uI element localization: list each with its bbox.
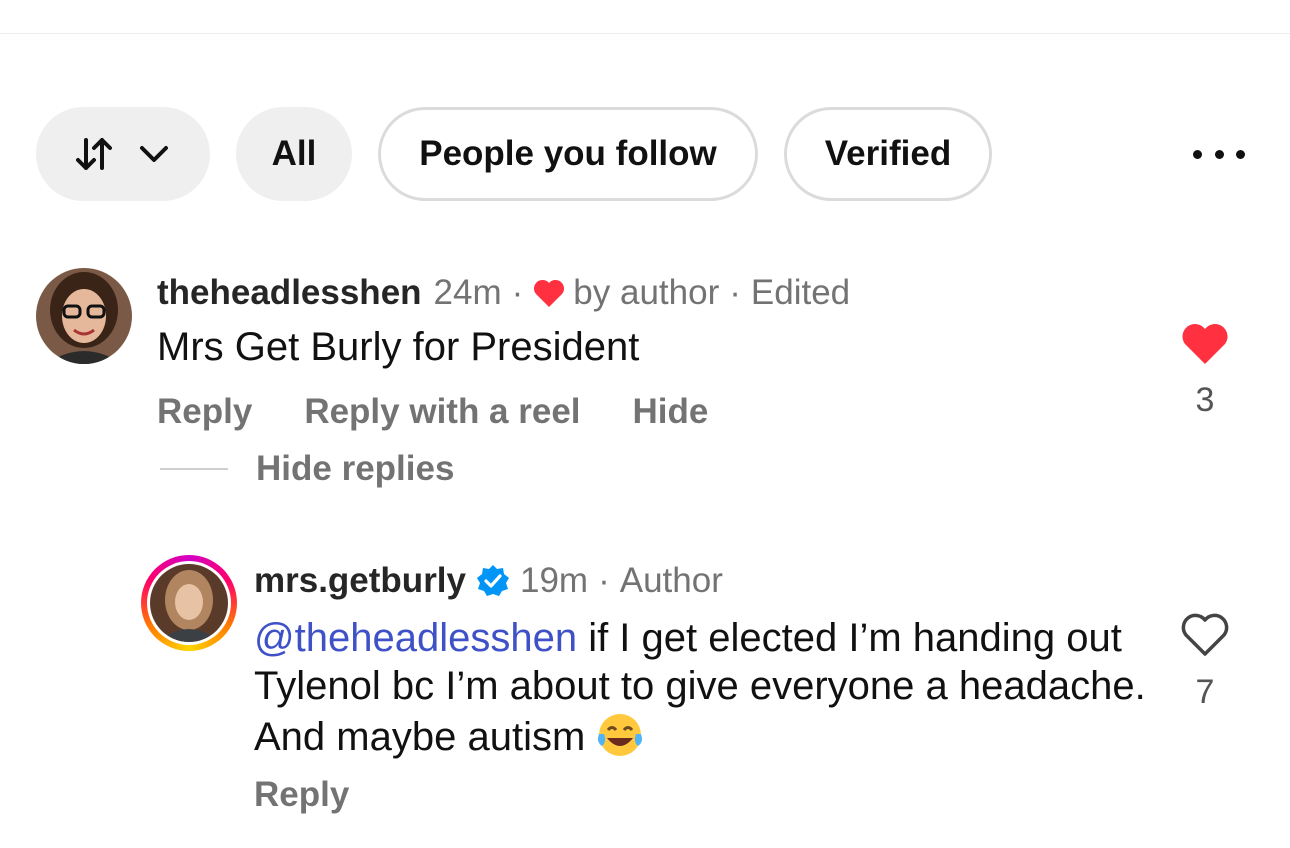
hide-replies-toggle[interactable]: Hide replies: [160, 449, 454, 489]
verified-badge-icon: [477, 565, 509, 596]
timestamp: 19m: [520, 561, 589, 600]
heart-filled-icon: [534, 279, 565, 307]
edited-label: Edited: [750, 273, 851, 312]
timestamp: 24m: [433, 273, 502, 312]
comment-actions: Reply: [254, 775, 401, 815]
story-ring[interactable]: [141, 555, 237, 651]
heart-filled-icon[interactable]: [1181, 322, 1229, 366]
sort-button[interactable]: [36, 107, 210, 201]
thread-line: [160, 468, 228, 470]
mention-link[interactable]: @theheadlesshen: [254, 616, 577, 660]
hide-replies-label: Hide replies: [256, 449, 455, 488]
sort-arrows-icon: [76, 138, 112, 170]
comment-text: Mrs Get Burly for President: [157, 325, 640, 369]
heart-outline-icon[interactable]: [1180, 612, 1230, 658]
avatar-mrs-getburly[interactable]: [150, 564, 228, 642]
reply-button[interactable]: Reply: [254, 775, 349, 815]
hide-button[interactable]: Hide: [633, 392, 709, 432]
comment-filters: All People you follow Verified: [36, 107, 1018, 201]
reply-with-reel-button[interactable]: Reply with a reel: [304, 392, 580, 432]
username[interactable]: theheadlesshen: [157, 273, 422, 313]
username[interactable]: mrs.getburly: [254, 561, 466, 601]
author-label: Author: [619, 561, 723, 600]
avatar-theheadlesshen[interactable]: [36, 268, 132, 364]
like-count: 3: [1195, 381, 1215, 419]
filter-all[interactable]: All: [236, 107, 352, 201]
comment-text: @theheadlesshen if I get elected I’m han…: [254, 614, 1154, 761]
comment-actions: Reply Reply with a reel Hide: [157, 392, 760, 432]
more-options-icon[interactable]: [1193, 140, 1245, 168]
chevron-down-icon: [140, 146, 168, 162]
top-divider: [0, 33, 1290, 34]
reply-button[interactable]: Reply: [157, 392, 252, 432]
filter-people-you-follow[interactable]: People you follow: [378, 107, 758, 201]
comment-meta: mrs.getburly 19m · Author: [254, 561, 723, 601]
like-control: 7: [1170, 612, 1240, 712]
comment-meta: theheadlesshen 24m · by author · Edited: [157, 273, 851, 313]
face-with-tears-of-joy-icon: [598, 714, 643, 756]
like-count: 7: [1195, 673, 1215, 711]
liked-by-author-label: by author: [573, 273, 720, 312]
filter-verified[interactable]: Verified: [784, 107, 992, 201]
like-control: 3: [1170, 322, 1240, 420]
